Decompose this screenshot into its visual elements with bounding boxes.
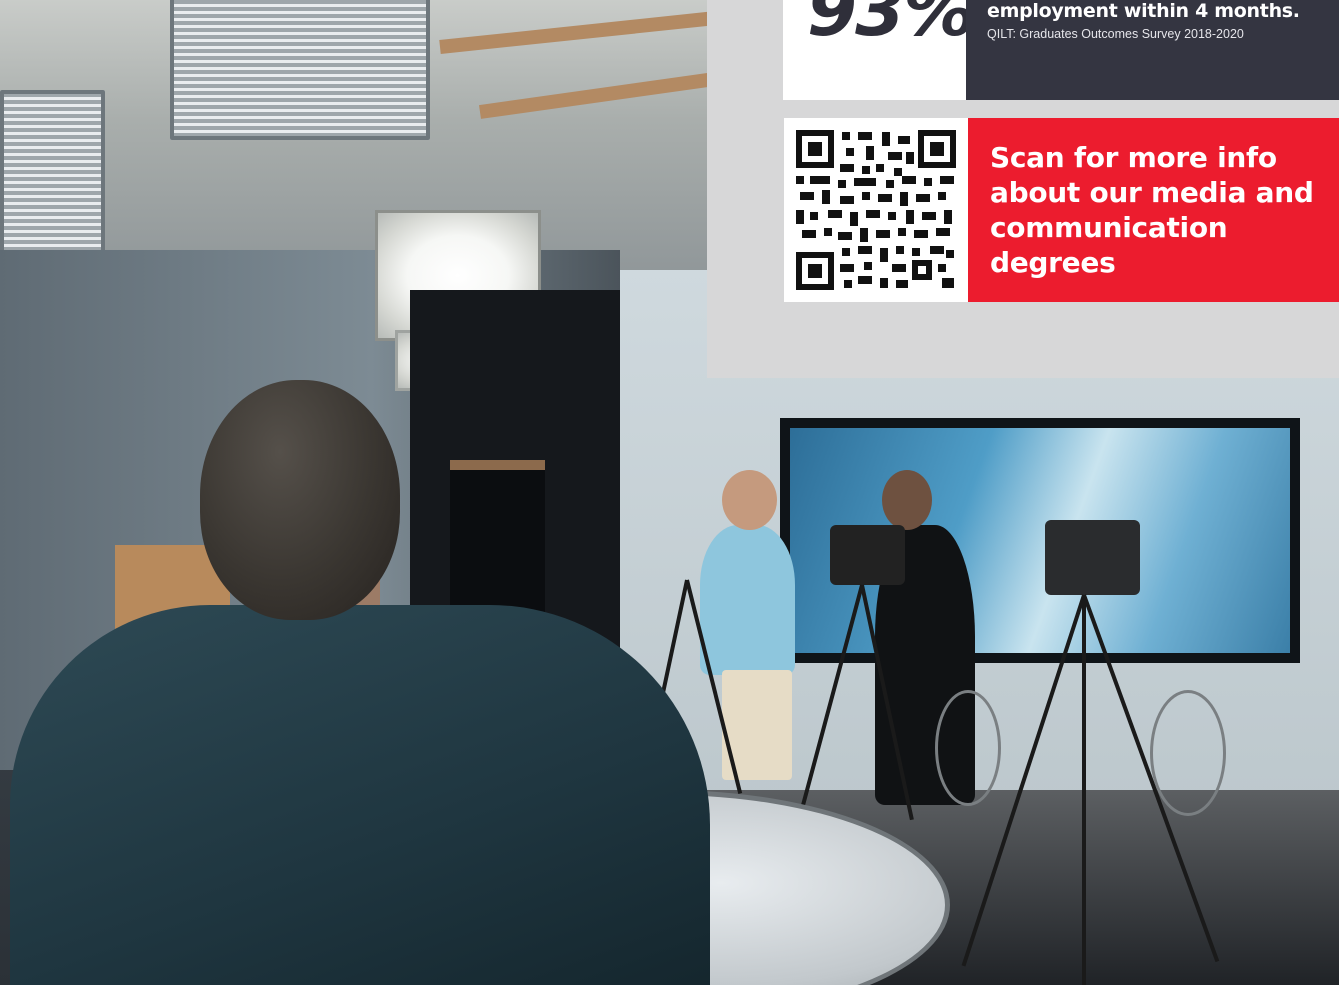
scan-promo[interactable]: Scan for more info about our media and c… xyxy=(968,118,1339,302)
presenter-head xyxy=(200,380,400,620)
studio-camera xyxy=(1045,520,1140,595)
stat-value: 93% xyxy=(807,0,966,52)
studio-light-panel xyxy=(170,0,430,140)
presenter-shirt xyxy=(10,605,710,985)
coiled-cable xyxy=(1150,690,1226,816)
crew-member-head xyxy=(722,470,777,530)
scan-promo-text: Scan for more info about our media and c… xyxy=(990,141,1314,279)
stat-number-box: 93% xyxy=(783,0,966,100)
qr-code[interactable] xyxy=(784,118,968,302)
stat-headline: employment within 4 months. xyxy=(987,0,1300,22)
crew-member-head xyxy=(882,470,932,530)
crew-member-shirt xyxy=(700,525,795,675)
tripod-leg xyxy=(1082,595,1086,985)
stat-text-box: employment within 4 months. QILT: Gradua… xyxy=(966,0,1339,100)
studio-light-panel xyxy=(0,90,105,260)
stat-source: QILT: Graduates Outcomes Survey 2018-202… xyxy=(987,27,1244,41)
studio-camera xyxy=(830,525,905,585)
qr-code-icon xyxy=(796,130,956,290)
coiled-cable xyxy=(935,690,1001,806)
info-panel: 93% employment within 4 months. QILT: Gr… xyxy=(707,0,1339,378)
